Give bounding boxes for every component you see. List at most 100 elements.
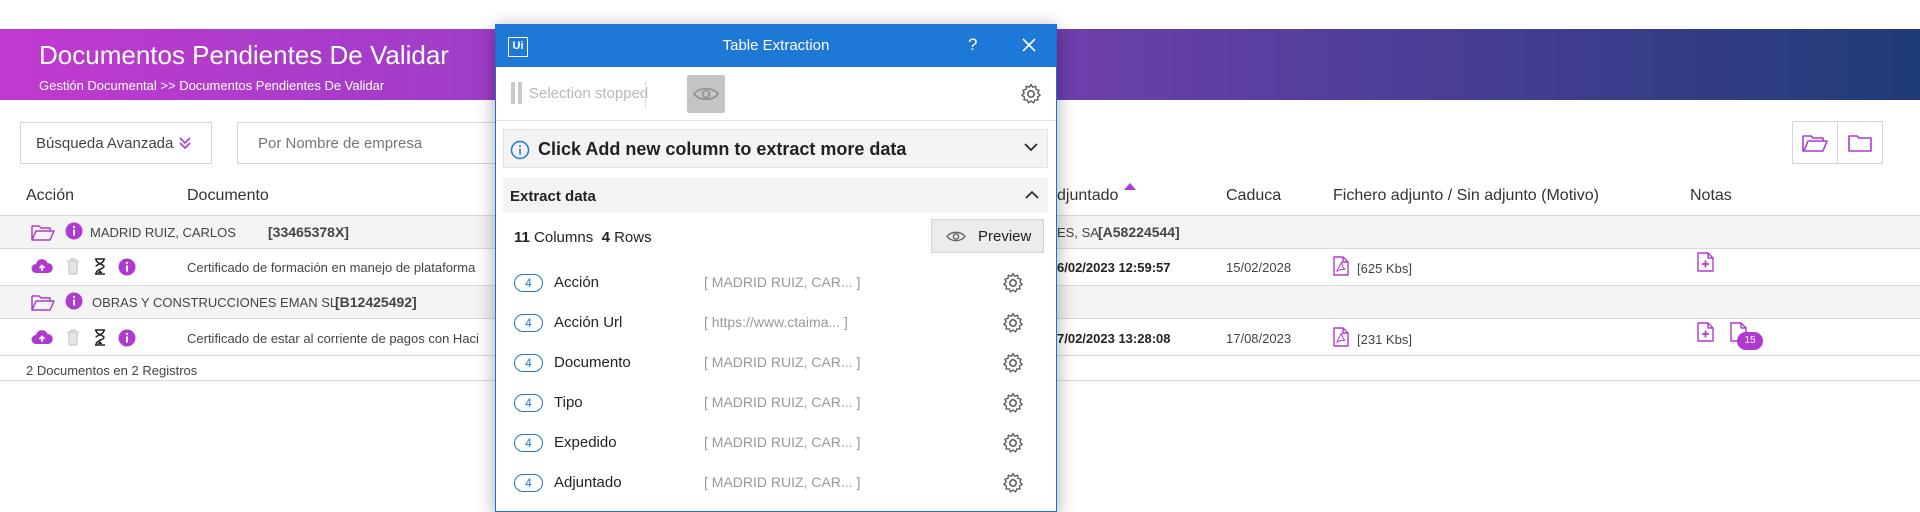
gear-icon[interactable] (1002, 432, 1024, 454)
sort-ascending-icon (1123, 183, 1136, 190)
column-header-adjuntado[interactable]: djuntado (1057, 183, 1137, 205)
gear-icon[interactable] (1020, 83, 1042, 105)
column-preview: [ https://www.ctaima... ] (704, 314, 848, 330)
info-icon[interactable] (65, 222, 83, 240)
column-name: Expedido (554, 434, 617, 451)
gear-icon[interactable] (1002, 272, 1024, 294)
pdf-icon[interactable] (1333, 256, 1349, 276)
trash-icon[interactable] (66, 329, 80, 346)
folder-open-icon[interactable] (31, 294, 55, 312)
chevron-up-icon[interactable] (1025, 190, 1039, 199)
trash-icon[interactable] (66, 258, 80, 275)
column-count-badge: 4 (514, 354, 543, 372)
dialog-title-bar[interactable]: Ui Table Extraction ? (496, 25, 1056, 67)
info-message: Click Add new column to extract more dat… (538, 139, 907, 159)
group-company-id-right-value: [A58224544] (1098, 224, 1180, 240)
upload-icon[interactable] (31, 329, 53, 347)
preview-label: Preview (978, 228, 1032, 245)
folder-button-group (1792, 121, 1883, 164)
row-caduca-date: 17/08/2023 (1226, 331, 1292, 346)
app-page: Documentos Pendientes De Validar Gestión… (0, 0, 1920, 512)
group-company-id-right: [A58224544] (1098, 224, 1180, 240)
advanced-search-button[interactable]: Búsqueda Avanzada (20, 122, 212, 164)
notes-count-badge[interactable]: 15 (1737, 332, 1763, 350)
row-document-name[interactable]: Certificado de formación en manejo de pl… (187, 260, 475, 275)
dialog-toolbar: Selection stopped (496, 67, 1056, 121)
selection-status: Selection stopped (529, 85, 649, 102)
column-item[interactable]: 4 Acción [ MADRID RUIZ, CAR... ] (514, 269, 1044, 301)
gear-icon[interactable] (1002, 352, 1024, 374)
gear-icon[interactable] (1002, 392, 1024, 414)
column-count-badge: 4 (514, 274, 543, 292)
add-note-icon[interactable] (1697, 322, 1714, 342)
column-name: Acción (554, 274, 600, 291)
add-note-icon[interactable] (1697, 252, 1714, 272)
extract-data-label: Extract data (510, 188, 596, 205)
eye-icon (946, 231, 966, 242)
row-document-name[interactable]: Certificado de estar al corriente de pag… (187, 331, 479, 346)
folder-open-icon[interactable] (31, 224, 55, 242)
column-name: Tipo (554, 394, 583, 411)
highlight-toggle-button[interactable] (687, 75, 725, 113)
column-item[interactable]: 4 Tipo [ MADRID RUIZ, CAR... ] (514, 389, 1044, 421)
info-icon[interactable] (65, 292, 83, 310)
column-item[interactable]: 4 Adjuntado [ MADRID RUIZ, CAR... ] (514, 469, 1044, 501)
row-adjuntado-date: 7/02/2023 13:28:08 (1057, 331, 1171, 346)
row-caduca-date: 15/02/2028 (1226, 260, 1292, 275)
column-preview: [ MADRID RUIZ, CAR... ] (704, 394, 861, 410)
rows-count: 4 (601, 229, 610, 246)
hourglass-icon[interactable] (94, 258, 106, 275)
group-company-name: OBRAS Y CONSTRUCCIONES EMAN SL (92, 295, 338, 310)
close-icon[interactable] (1021, 37, 1037, 53)
columns-rows-count: 11 Columns 4 Rows (514, 229, 652, 246)
rows-label: Rows (614, 229, 652, 246)
row-file-size: [231 Kbs] (1357, 332, 1412, 347)
upload-icon[interactable] (31, 258, 53, 276)
column-header-adjuntado-label: djuntado (1057, 187, 1119, 204)
extract-data-section-header[interactable]: Extract data (503, 178, 1048, 213)
column-preview: [ MADRID RUIZ, CAR... ] (704, 274, 861, 290)
column-name: Acción Url (554, 314, 623, 331)
group-company-id-value: [B12425492] (335, 294, 417, 310)
help-button[interactable]: ? (968, 35, 977, 55)
column-item[interactable]: 4 Expedido [ MADRID RUIZ, CAR... ] (514, 429, 1044, 461)
hourglass-icon[interactable] (94, 329, 106, 346)
double-chevron-down-icon (179, 136, 191, 150)
column-header-documento[interactable]: Documento (187, 187, 269, 205)
open-folder-button[interactable] (1793, 122, 1837, 163)
info-banner[interactable]: Click Add new column to extract more dat… (503, 129, 1048, 168)
breadcrumb[interactable]: Gestión Documental >> Documentos Pendien… (39, 78, 384, 93)
column-preview: [ MADRID RUIZ, CAR... ] (704, 354, 861, 370)
column-header-fichero[interactable]: Fichero adjunto / Sin adjunto (Motivo) (1333, 187, 1599, 205)
pdf-icon[interactable] (1333, 327, 1349, 347)
column-header-notas[interactable]: Notas (1690, 187, 1732, 205)
column-item[interactable]: 4 Acción Url [ https://www.ctaima... ] (514, 309, 1044, 341)
row-file-size: [625 Kbs] (1357, 261, 1412, 276)
folder-open-icon (1802, 134, 1828, 152)
column-count-badge: 4 (514, 394, 543, 412)
page-title: Documentos Pendientes De Validar (39, 40, 449, 70)
group-company-name: MADRID RUIZ, CARLOS (90, 225, 236, 240)
info-icon[interactable] (118, 329, 136, 347)
column-header-accion[interactable]: Acción (26, 187, 74, 205)
records-count: 2 Documentos en 2 Registros (26, 363, 198, 378)
preview-button[interactable]: Preview (931, 219, 1044, 253)
info-icon[interactable] (118, 258, 136, 276)
column-item[interactable]: 4 Documento [ MADRID RUIZ, CAR... ] (514, 349, 1044, 381)
column-preview: [ MADRID RUIZ, CAR... ] (704, 474, 861, 490)
gear-icon[interactable] (1002, 312, 1024, 334)
column-count-badge: 4 (514, 474, 543, 492)
columns-label: Columns (534, 229, 594, 246)
columns-count: 11 (514, 229, 530, 246)
row-adjuntado-date: 6/02/2023 12:59:57 (1057, 260, 1171, 275)
company-search-input[interactable] (237, 122, 497, 164)
column-name: Adjuntado (554, 474, 622, 491)
gear-icon[interactable] (1002, 472, 1024, 494)
column-header-caduca[interactable]: Caduca (1226, 187, 1281, 205)
chevron-down-icon[interactable] (1024, 143, 1038, 152)
pause-icon[interactable] (511, 82, 524, 104)
folder-button[interactable] (1837, 122, 1882, 163)
folder-icon (1848, 134, 1872, 152)
group-company-id-value: [33465378X] (268, 224, 349, 240)
group-company-name-right: ES, SA (1057, 225, 1099, 240)
